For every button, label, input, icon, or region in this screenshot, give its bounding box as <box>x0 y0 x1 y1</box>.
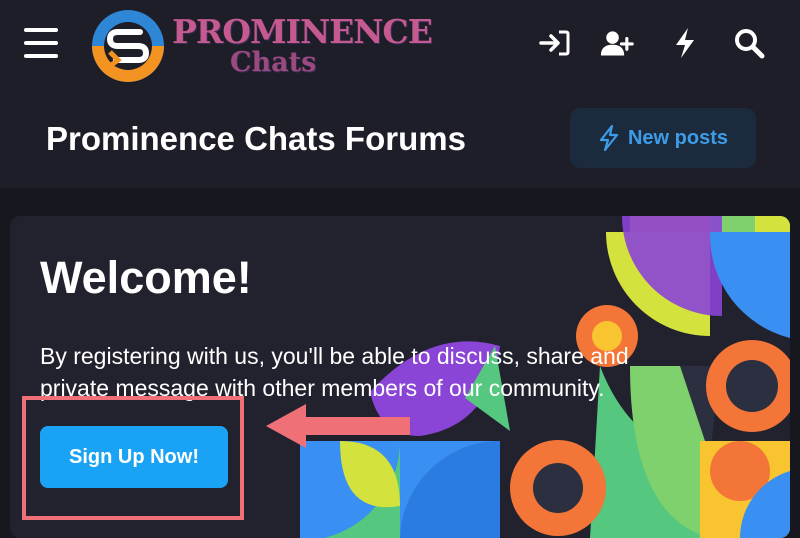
register-icon[interactable] <box>600 26 634 60</box>
login-icon[interactable] <box>538 26 572 60</box>
logo-icon[interactable] <box>90 8 166 84</box>
search-icon[interactable] <box>732 26 766 60</box>
sign-up-button[interactable]: Sign Up Now! <box>40 426 228 488</box>
new-posts-label: New posts <box>627 126 729 149</box>
page-title: Prominence Chats Forums <box>46 120 466 157</box>
arrow-pointer <box>266 404 410 448</box>
new-posts-button[interactable]: New posts <box>570 108 756 168</box>
site-logo-text[interactable]: PROMINENCE Chats <box>172 12 433 78</box>
logo-subtitle: Chats <box>230 47 317 78</box>
whats-new-icon[interactable] <box>668 26 702 60</box>
logo-title: PROMINENCE <box>172 12 433 51</box>
menu-icon[interactable] <box>24 28 58 58</box>
welcome-heading: Welcome! <box>40 252 252 303</box>
welcome-text: By registering with us, you'll be able t… <box>40 343 629 401</box>
lightning-icon <box>599 125 619 151</box>
